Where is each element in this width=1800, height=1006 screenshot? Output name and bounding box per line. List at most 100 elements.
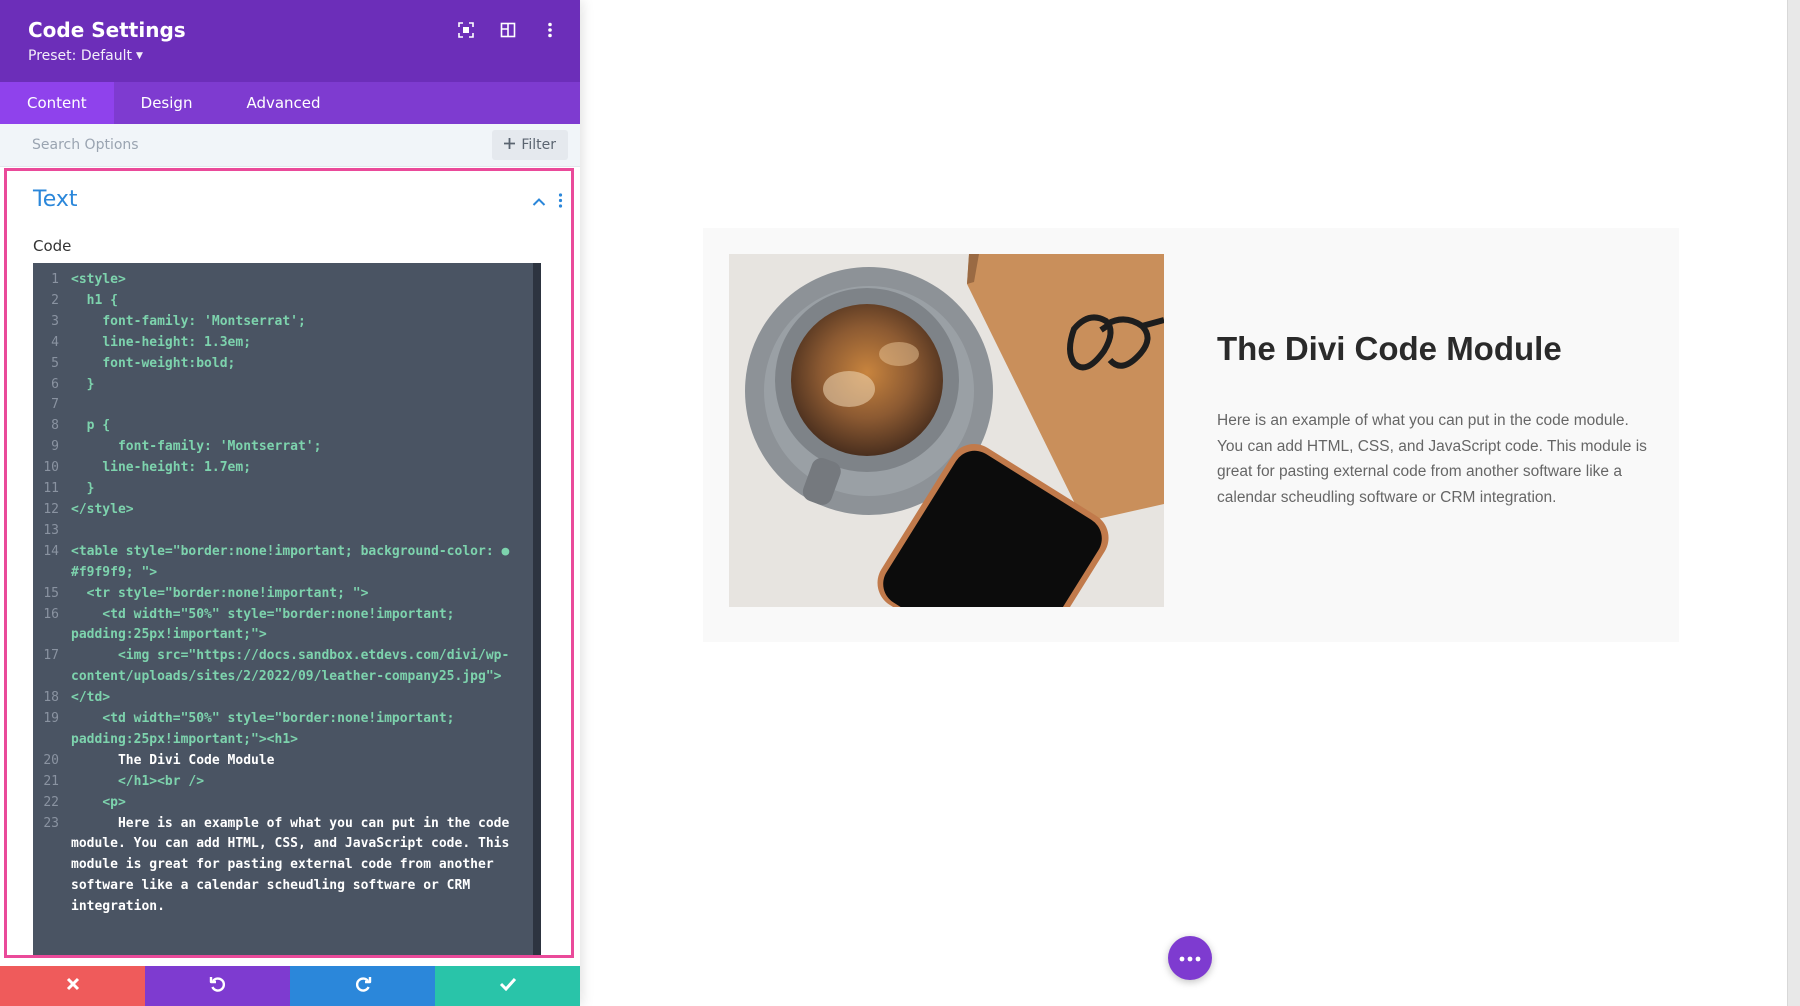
line-text: } [71,376,95,392]
focus-icon[interactable] [456,20,476,40]
line-number: 2 [51,292,59,308]
code-line: 11 } [33,479,541,500]
more-vertical-icon[interactable] [558,193,563,213]
undo-button[interactable] [145,966,290,1006]
code-line: 22 <p> [33,793,541,814]
code-line: 3 font-family: 'Montserrat'; [33,312,541,333]
code-line: 14 <table style="border:none!important; b… [33,542,541,584]
filter-label: Filter [521,137,556,153]
line-text: font-family: 'Montserrat'; [71,313,306,329]
line-number: 3 [51,313,59,329]
line-text: font-family: 'Montserrat'; [71,439,322,455]
code-line: 9 font-family: 'Montserrat'; [33,437,541,458]
caret-down-icon: ▼ [135,51,143,61]
toggle-title[interactable]: Text [33,187,78,212]
plus-icon [504,137,516,153]
line-number: 16 [43,606,59,622]
code-line: 4 line-height: 1.3em; [33,333,541,354]
line-text: </h1><br /> [71,773,205,789]
line-number: 18 [43,690,59,706]
code-line: 17 <img src="https://docs.sandbox.etdevs… [33,646,541,688]
code-editor[interactable]: 1 <style> 2 h1 {3 font-family: 'Montserrat… [33,263,541,955]
builder-menu-button[interactable] [1168,936,1212,980]
preset-label: Preset: Default [28,48,132,64]
line-number: 23 [43,815,59,831]
line-text: line-height: 1.7em; [71,460,252,476]
line-text: font-weight:bold; [71,355,236,371]
settings-panel: Code Settings Preset: Default ▼ Content D… [0,0,580,1006]
page-scrollbar[interactable] [1787,0,1800,1006]
code-line: 2 h1 { [33,291,541,312]
code-line: 7 [33,395,541,416]
line-text [59,521,511,542]
line-text: <p> [71,794,126,810]
line-text: <td width="50%" style="border:none!impor… [71,606,463,643]
line-text: </style> [71,501,134,517]
action-bar [0,966,580,1006]
save-button[interactable] [435,966,580,1006]
more-vertical-icon[interactable] [540,20,560,40]
line-number: 5 [51,355,59,371]
line-text: The Divi Code Module [71,752,275,768]
line-text: h1 { [71,292,118,308]
code-line: 13 [33,521,541,542]
line-text: <img src="https://docs.sandbox.etdevs.co… [71,648,510,685]
preset-dropdown[interactable]: Preset: Default ▼ [28,48,143,64]
code-line: 8 p { [33,416,541,437]
line-text: <td width="50%" style="border:none!impor… [71,711,463,747]
editor-scrollbar[interactable] [533,263,541,955]
tab-advanced[interactable]: Advanced [219,82,347,124]
text-toggle: Text Code 1 <style> 2 h1 {3 font-family: '… [4,168,574,958]
close-icon [66,977,80,996]
line-number: 20 [43,752,59,768]
undo-icon [209,975,227,998]
code-field-label: Code [33,237,72,255]
line-text: Here is an example of what you can put i… [71,815,518,915]
line-number: 1 [51,272,59,287]
panel-header: Code Settings Preset: Default ▼ [0,0,580,82]
tab-design[interactable]: Design [114,82,220,124]
discard-button[interactable] [0,966,145,1006]
preview-heading: The Divi Code Module [1217,330,1562,367]
line-number: 22 [43,794,59,810]
settings-tabs: Content Design Advanced [0,82,580,124]
line-number: 6 [51,376,59,392]
redo-icon [354,975,372,998]
line-number: 10 [43,460,59,476]
line-number: 4 [51,334,59,350]
line-text: } [71,481,95,497]
chevron-up-icon[interactable] [532,194,546,212]
filter-button[interactable]: Filter [492,130,568,160]
code-line: 19 <td width="50%" style="border:none!im… [33,709,541,751]
code-line: 20 The Divi Code Module [33,751,541,772]
search-input[interactable]: Search Options [32,137,139,153]
line-number: 13 [43,522,59,538]
code-line: 1 <style> [33,270,541,291]
line-number: 17 [43,648,59,664]
line-text: </td> [71,690,111,706]
line-number: 8 [51,418,59,434]
more-horizontal-icon [1179,949,1201,967]
redo-button[interactable] [290,966,435,1006]
line-text: <style> [71,272,126,287]
line-number: 15 [43,585,59,601]
layout-icon[interactable] [498,20,518,40]
line-number: 12 [43,501,59,517]
panel-title: Code Settings [28,18,186,42]
preview-paragraph: Here is an example of what you can put i… [1217,412,1647,506]
code-line: 15 <tr style="border:none!important; "> [33,584,541,605]
code-line: 12 </style> [33,500,541,521]
line-number: 9 [51,439,59,455]
line-number: 19 [43,711,59,727]
line-text: <table style="border:none!important; bac… [71,543,518,580]
line-number: 11 [43,481,59,497]
code-line: 18 </td> [33,688,541,709]
code-line: 23 Here is an example of what you can pu… [33,814,541,919]
line-number: 14 [43,543,59,559]
line-text [59,395,511,416]
code-line: 16 <td width="50%" style="border:none!im… [33,605,541,647]
line-text: p { [71,418,111,434]
code-line: 21 </h1><br /> [33,772,541,793]
tab-content[interactable]: Content [0,82,114,124]
line-number: 21 [43,773,59,789]
